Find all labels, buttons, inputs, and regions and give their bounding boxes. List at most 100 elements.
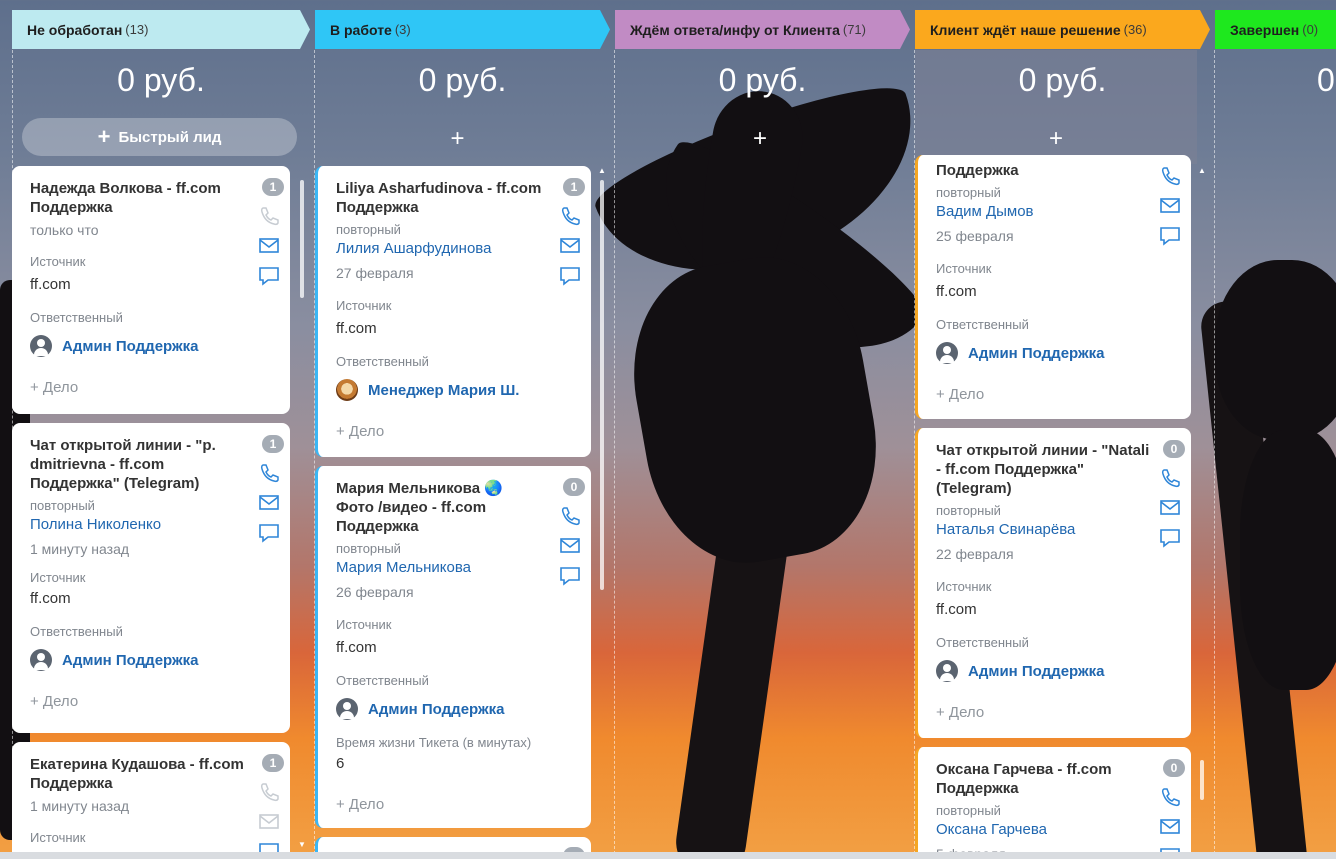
phone-icon[interactable] [258, 463, 280, 483]
lead-card[interactable]: 1 Екатерина Кудашова - ff.com Поддержка … [12, 742, 290, 859]
chat-icon[interactable] [559, 266, 581, 286]
contact-link[interactable]: Полина Николенко [30, 515, 290, 535]
repeat-label: повторный [336, 222, 401, 237]
phone-icon[interactable] [258, 206, 280, 226]
kanban-board: Не обработан (13) В работе (3) Ждём ответа… [0, 0, 1336, 859]
activity-counter-badge: 1 [563, 178, 585, 196]
card-title[interactable]: Оксана Гарчева - ff.com Поддержка [936, 760, 1161, 798]
phone-icon[interactable] [559, 206, 581, 226]
chat-icon[interactable] [1159, 528, 1181, 548]
phone-icon[interactable] [559, 506, 581, 526]
plus-icon: + [97, 124, 111, 149]
column-sum: 0 руб. [117, 62, 205, 98]
contact-link[interactable]: Оксана Гарчева [936, 820, 1191, 840]
add-deal-link[interactable]: + Дело [936, 386, 1191, 403]
add-deal-link[interactable]: + Дело [336, 423, 591, 440]
card-title[interactable]: Liliya Asharfudinova - ff.com Поддержка [336, 179, 561, 217]
source-label: Источник [336, 298, 392, 313]
chat-icon[interactable] [258, 266, 280, 286]
scroll-down-arrow[interactable]: ▼ [298, 840, 306, 849]
phone-icon[interactable] [258, 782, 280, 802]
responsible-name: Админ Поддержка [968, 344, 1105, 362]
column-scrollbar[interactable] [1200, 760, 1204, 800]
contact-link[interactable]: Лилия Ашарфудинова [336, 239, 591, 259]
responsible-user[interactable]: Админ Поддержка [30, 335, 290, 357]
lead-card[interactable]: 1 Надежда Волкова - ff.com Поддержка тол… [12, 166, 290, 414]
responsible-user[interactable]: Админ Поддержка [336, 698, 591, 720]
card-time: 22 февраля [936, 546, 1014, 562]
column-header-completed[interactable]: Завершен (0) [1215, 10, 1336, 49]
add-card-button[interactable]: + [615, 124, 905, 154]
contact-link[interactable]: Мария Мельникова [336, 558, 591, 578]
card-actions [559, 506, 581, 586]
lead-card[interactable]: 1 Чат открытой линии - "p. dmitrievna - … [12, 423, 290, 733]
source-label: Источник [30, 830, 86, 845]
column-header-client-waiting[interactable]: Клиент ждёт наше решение (36) [915, 10, 1210, 49]
repeat-label: повторный [336, 541, 401, 556]
card-title[interactable]: Поддержка [936, 161, 1161, 180]
chat-icon[interactable] [258, 523, 280, 543]
contact-link[interactable]: Вадим Дымов [936, 202, 1191, 222]
source-label: Источник [30, 254, 86, 269]
card-title[interactable]: Чат открытой линии - "Natali - ff.com По… [936, 441, 1151, 498]
mail-icon[interactable] [258, 493, 280, 513]
avatar [336, 379, 358, 401]
phone-icon[interactable] [1159, 166, 1181, 186]
card-time: 1 минуту назад [30, 541, 130, 557]
lead-card[interactable]: 0 Чат открытой линии - "Natali - ff.com … [915, 428, 1191, 738]
horizontal-scrollbar[interactable] [0, 852, 1336, 859]
lead-card[interactable]: 1 Liliya Asharfudinova - ff.com Поддержк… [315, 166, 591, 457]
responsible-user[interactable]: Админ Поддержка [936, 660, 1191, 682]
scroll-up-arrow[interactable]: ▲ [1198, 166, 1206, 175]
column-count: (3) [394, 22, 411, 37]
column-divider [614, 50, 615, 859]
add-deal-link[interactable]: + Дело [936, 704, 1191, 721]
mail-icon[interactable] [559, 536, 581, 556]
source-label: Источник [936, 579, 992, 594]
mail-icon[interactable] [1159, 498, 1181, 518]
column-scrollbar[interactable] [300, 180, 304, 298]
card-title[interactable]: Мария Мельникова 🌏 Фото /видео - ff.com … [336, 479, 531, 536]
column-header-waiting-client[interactable]: Ждём ответа/инфу от Клиента (71) [615, 10, 910, 49]
column-scrollbar[interactable] [600, 180, 604, 590]
column-count: (71) [842, 22, 866, 37]
source-value: ff.com [936, 601, 977, 618]
responsible-user[interactable]: Админ Поддержка [936, 342, 1191, 364]
card-actions [258, 463, 280, 543]
column-divider [1214, 50, 1215, 859]
chat-icon[interactable] [559, 566, 581, 586]
card-time: 26 февраля [336, 584, 414, 600]
lead-card[interactable]: 0 Мария Мельникова 🌏 Фото /видео - ff.co… [315, 466, 591, 828]
responsible-user[interactable]: Менеджер Мария Ш. [336, 379, 591, 401]
column-sum: 0 руб. [418, 62, 507, 98]
column-count: (0) [1302, 22, 1319, 37]
column-header-new[interactable]: Не обработан (13) [12, 10, 310, 49]
chat-icon[interactable] [1159, 226, 1181, 246]
mail-icon[interactable] [1159, 196, 1181, 216]
lead-card[interactable]: 0 Оксана Гарчева - ff.com Поддержка повт… [915, 747, 1191, 859]
card-title[interactable]: Надежда Волкова - ff.com Поддержка [30, 179, 255, 217]
mail-icon[interactable] [1159, 817, 1181, 837]
card-time: 25 февраля [936, 228, 1014, 244]
add-card-button[interactable]: + [915, 124, 1197, 154]
contact-link[interactable]: Наталья Свинарёва [936, 520, 1191, 540]
mail-icon[interactable] [258, 812, 280, 832]
responsible-user[interactable]: Админ Поддержка [30, 649, 290, 671]
phone-icon[interactable] [1159, 787, 1181, 807]
mail-icon[interactable] [258, 236, 280, 256]
lead-card[interactable]: Поддержка повторный Вадим Дымов 25 февра… [915, 155, 1191, 419]
scroll-up-arrow[interactable]: ▲ [598, 166, 606, 175]
quick-lead-button[interactable]: + Быстрый лид [22, 118, 297, 156]
column-title: Не обработан [27, 21, 123, 38]
add-card-button[interactable]: + [315, 124, 600, 154]
responsible-name: Админ Поддержка [368, 700, 505, 718]
card-title[interactable]: Екатерина Кудашова - ff.com Поддержка [30, 755, 255, 793]
add-deal-link[interactable]: + Дело [336, 796, 591, 813]
column-header-in-progress[interactable]: В работе (3) [315, 10, 610, 49]
phone-icon[interactable] [1159, 468, 1181, 488]
add-deal-link[interactable]: + Дело [30, 693, 290, 710]
mail-icon[interactable] [559, 236, 581, 256]
card-title[interactable]: Чат открытой линии - "p. dmitrievna - ff… [30, 436, 255, 493]
activity-counter-badge: 0 [563, 478, 585, 496]
add-deal-link[interactable]: + Дело [30, 379, 290, 396]
